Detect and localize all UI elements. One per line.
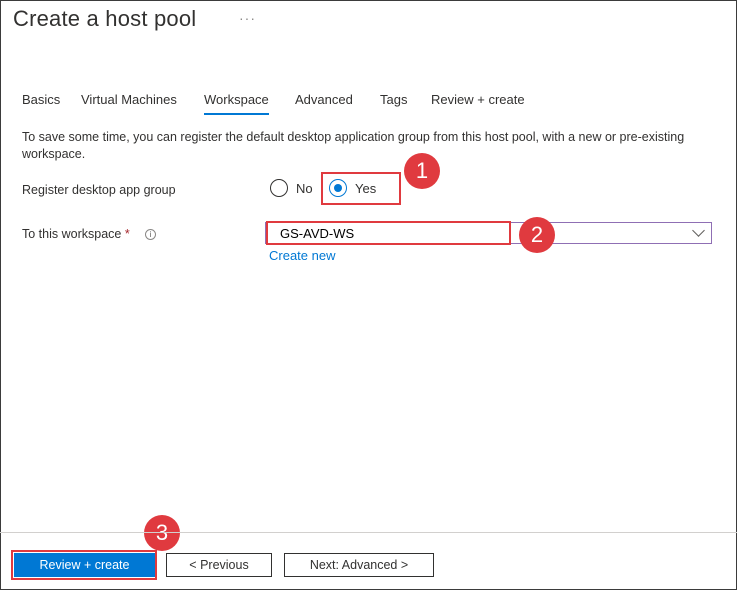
- tab-tags[interactable]: Tags: [380, 92, 407, 107]
- tab-basics[interactable]: Basics: [22, 92, 60, 107]
- footer-divider: [0, 532, 737, 533]
- radio-no-label: No: [296, 180, 313, 196]
- page-title: Create a host pool: [13, 6, 197, 31]
- chevron-down-icon[interactable]: [692, 224, 705, 237]
- create-new-link[interactable]: Create new: [269, 248, 335, 263]
- workspace-label: To this workspace *: [22, 227, 130, 241]
- workspace-description: To save some time, you can register the …: [22, 130, 685, 161]
- highlight-workspace: [266, 221, 511, 245]
- next-advanced-button[interactable]: Next: Advanced >: [284, 553, 434, 577]
- review-create-button[interactable]: Review + create: [14, 553, 155, 577]
- more-icon[interactable]: ···: [239, 10, 256, 26]
- radio-no[interactable]: No: [270, 179, 313, 197]
- callout-badge-1: 1: [404, 153, 440, 189]
- info-icon[interactable]: i: [145, 229, 156, 240]
- callout-badge-3: 3: [144, 515, 180, 551]
- highlight-yes: [321, 172, 401, 205]
- previous-button[interactable]: < Previous: [166, 553, 272, 577]
- tab-advanced[interactable]: Advanced: [295, 92, 353, 107]
- tab-review-create[interactable]: Review + create: [431, 92, 525, 107]
- required-marker: *: [124, 227, 130, 241]
- register-group-label: Register desktop app group: [22, 183, 176, 197]
- window-frame: [0, 0, 737, 590]
- workspace-label-text: To this workspace: [22, 227, 122, 241]
- callout-badge-2: 2: [519, 217, 555, 253]
- tab-workspace[interactable]: Workspace: [204, 92, 269, 115]
- radio-no-circle[interactable]: [270, 179, 288, 197]
- tab-virtual-machines[interactable]: Virtual Machines: [81, 92, 177, 107]
